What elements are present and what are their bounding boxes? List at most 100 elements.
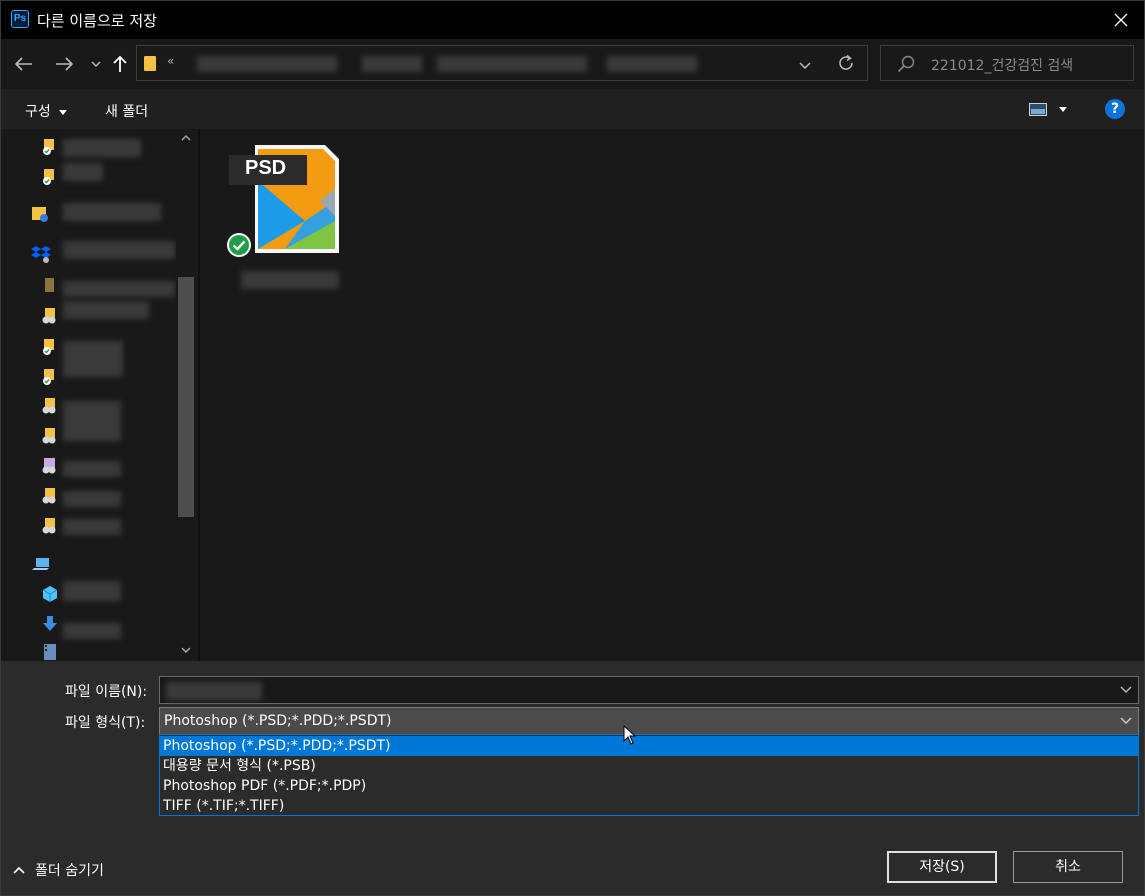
filetype-option[interactable]: Photoshop PDF (*.PDF;*.PDP) <box>160 776 1138 796</box>
new-folder-button[interactable]: 새 폴더 <box>105 101 148 121</box>
sync-ok-icon <box>225 231 253 259</box>
blurred-path <box>437 56 587 72</box>
title-bar: Ps 다른 이름으로 저장 <box>1 1 1144 39</box>
search-placeholder: 221012_건강검진 검색 <box>931 55 1073 75</box>
tree-item[interactable] <box>41 307 59 323</box>
tree-item[interactable] <box>31 205 49 221</box>
command-bar: 구성 새 폴더 ? <box>1 89 1144 129</box>
psd-badge: PSD <box>245 157 286 180</box>
image-folder-icon <box>41 457 59 475</box>
blurred-path <box>362 56 422 72</box>
folder-icon <box>41 277 59 295</box>
blurred-path <box>197 56 337 72</box>
chevron-down-icon <box>91 61 101 67</box>
scroll-up-icon <box>181 135 191 141</box>
folder-icon <box>144 56 156 71</box>
tree-item[interactable] <box>41 137 59 153</box>
shared-folder-icon <box>31 205 51 223</box>
scrollbar-thumb[interactable] <box>178 277 194 517</box>
hide-folders-button[interactable]: 폴더 숨기기 <box>13 860 104 880</box>
tree-item[interactable] <box>41 643 59 659</box>
caret-down-icon <box>1059 107 1067 112</box>
arrow-up-icon <box>113 55 127 73</box>
tree-item[interactable] <box>41 487 59 503</box>
close-icon <box>1114 13 1128 27</box>
tree-item[interactable] <box>41 427 59 443</box>
save-options-panel: 파일 이름(N): 파일 형식(T): Photoshop (*.PSD;*.P… <box>1 661 1144 895</box>
3d-objects-icon <box>41 585 59 603</box>
photoshop-logo-icon: Ps <box>11 10 29 28</box>
save-button[interactable]: 저장(S) <box>887 851 997 883</box>
blurred-label <box>63 139 141 157</box>
view-options-button[interactable] <box>1029 103 1047 120</box>
forward-button[interactable] <box>53 53 75 75</box>
help-button[interactable]: ? <box>1105 99 1125 119</box>
refresh-icon <box>837 54 855 72</box>
address-bar[interactable]: « <box>136 45 868 81</box>
file-item[interactable]: PSD <box>225 141 345 281</box>
tree-item[interactable] <box>31 557 49 573</box>
navigation-bar: « 221012_건강검진 검색 <box>1 39 1144 89</box>
tree-item[interactable] <box>41 167 59 183</box>
blurred-label <box>63 401 121 441</box>
organize-button[interactable]: 구성 <box>25 101 67 121</box>
nav-pane-scrollbar[interactable] <box>176 129 196 661</box>
downloads-icon <box>41 615 59 633</box>
synced-folder-icon <box>41 167 59 185</box>
filetype-option[interactable]: TIFF (*.TIF;*.TIFF) <box>160 796 1138 816</box>
tree-item[interactable] <box>31 245 49 261</box>
recent-locations-button[interactable] <box>85 53 107 75</box>
refresh-button[interactable] <box>837 54 855 76</box>
synced-folder-icon <box>41 367 59 385</box>
caret-down-icon <box>59 110 67 115</box>
dropbox-icon <box>31 245 51 263</box>
filetype-select[interactable]: Photoshop (*.PSD;*.PDD;*.PSDT) <box>159 707 1139 735</box>
filetype-label: 파일 형식(T): <box>65 712 145 732</box>
blurred-label <box>63 461 121 477</box>
blurred-label <box>63 581 121 601</box>
address-dropdown-button[interactable] <box>799 58 811 74</box>
back-button[interactable] <box>13 53 35 75</box>
chevron-down-icon[interactable] <box>1120 686 1132 694</box>
synced-folder-icon <box>41 137 59 155</box>
shared-folder-icon <box>41 397 59 415</box>
tree-item[interactable] <box>41 585 59 601</box>
shared-folder-icon <box>41 517 59 535</box>
blurred-label <box>63 341 123 377</box>
search-icon <box>897 55 915 73</box>
blurred-label <box>63 519 121 535</box>
filename-label: 파일 이름(N): <box>65 681 147 701</box>
tree-item[interactable] <box>41 397 59 413</box>
tree-item[interactable] <box>41 517 59 533</box>
view-icon <box>1029 103 1047 116</box>
file-list: PSD <box>200 129 1144 661</box>
arrow-left-icon <box>15 57 33 71</box>
tree-item[interactable] <box>41 457 59 473</box>
filename-input[interactable] <box>159 676 1139 704</box>
close-button[interactable] <box>1098 1 1144 39</box>
search-box[interactable]: 221012_건강검진 검색 <box>880 45 1134 81</box>
blurred-label <box>63 203 161 221</box>
filetype-dropdown-list: Photoshop (*.PSD;*.PDD;*.PSDT) 대용량 문서 형식… <box>159 734 1139 816</box>
blurred-label <box>63 623 121 639</box>
tree-item[interactable] <box>41 615 59 631</box>
organize-label: 구성 <box>25 104 51 120</box>
filetype-option[interactable]: 대용량 문서 형식 (*.PSB) <box>160 756 1138 776</box>
filetype-option[interactable]: Photoshop (*.PSD;*.PDD;*.PSDT) <box>160 736 1138 756</box>
address-chevron: « <box>167 54 174 68</box>
hide-folders-label: 폴더 숨기기 <box>35 860 104 880</box>
blurred-label <box>63 491 121 507</box>
tree-item[interactable] <box>41 277 59 293</box>
chevron-down-icon <box>1120 717 1132 725</box>
blurred-path <box>607 56 697 72</box>
filetype-value: Photoshop (*.PSD;*.PDD;*.PSDT) <box>164 713 392 729</box>
blurred-filename-value <box>166 682 262 700</box>
cancel-button[interactable]: 취소 <box>1013 851 1123 883</box>
chevron-down-icon <box>799 62 811 70</box>
save-as-dialog: Ps 다른 이름으로 저장 « <box>0 0 1145 896</box>
up-button[interactable] <box>109 53 131 75</box>
tree-item[interactable] <box>41 367 59 383</box>
tree-item[interactable] <box>41 337 59 353</box>
navigation-pane <box>1 129 198 661</box>
blurred-label <box>63 281 175 297</box>
